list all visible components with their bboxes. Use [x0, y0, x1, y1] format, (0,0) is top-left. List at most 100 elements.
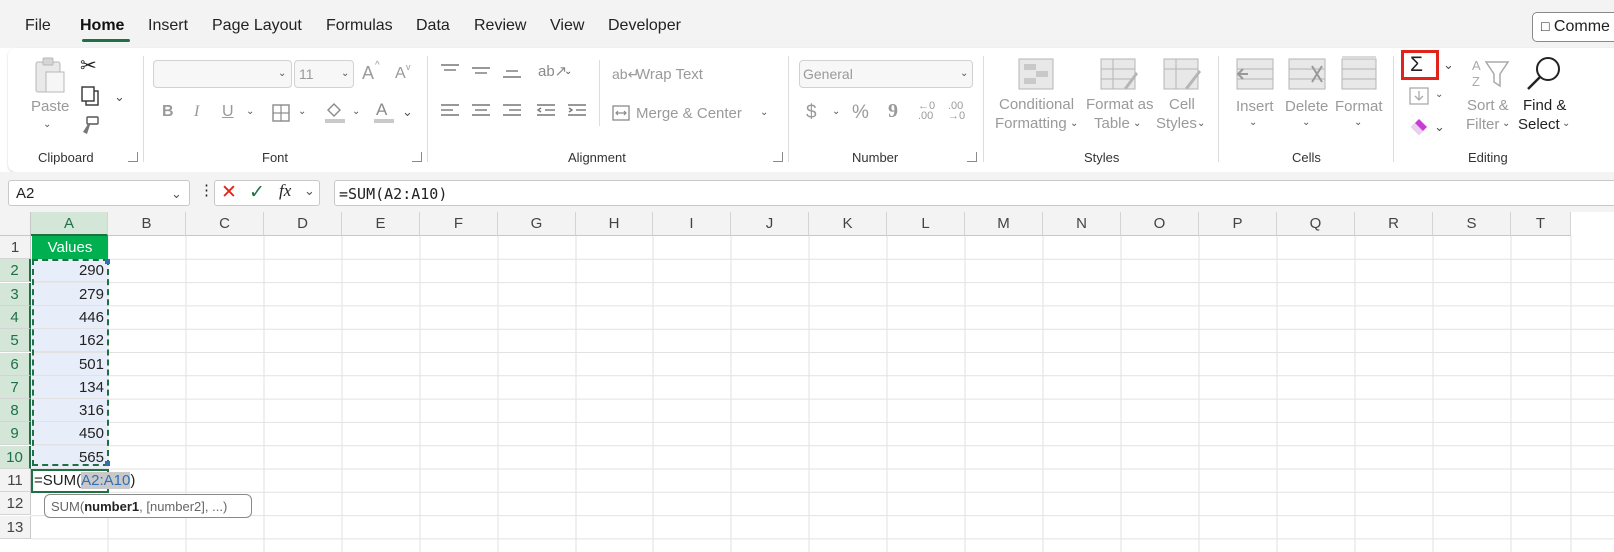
wrap-text-button[interactable]: Wrap Text [636, 66, 703, 83]
function-dropdown-icon[interactable]: ⌄ [304, 183, 315, 199]
font-launcher-icon[interactable] [412, 152, 422, 162]
alignment-launcher-icon[interactable] [773, 152, 783, 162]
bold-button[interactable]: B [162, 103, 174, 121]
format-painter-icon[interactable] [80, 116, 100, 141]
find-select-dropdown-icon[interactable]: ⌄ [1562, 118, 1570, 129]
align-top-icon[interactable] [440, 63, 460, 84]
value-cell-a4[interactable]: 446 [32, 305, 108, 329]
tab-data[interactable]: Data [416, 17, 450, 35]
font-color-icon[interactable]: A [376, 100, 387, 120]
currency-button[interactable]: $ [806, 102, 817, 124]
sort-filter-label-1[interactable]: Sort & [1467, 97, 1509, 114]
row-header-5[interactable]: 5 [0, 329, 31, 353]
format-as-table-label-2[interactable]: Table [1094, 115, 1130, 132]
tab-view[interactable]: View [550, 17, 584, 35]
sort-filter-icon[interactable]: AZ [1470, 56, 1510, 95]
cut-icon[interactable]: ✂ [80, 53, 97, 78]
delete-cells-icon[interactable] [1288, 58, 1326, 95]
row-header-11[interactable]: 11 [0, 469, 31, 492]
column-header-b[interactable]: B [108, 212, 186, 236]
find-select-label-1[interactable]: Find & [1523, 97, 1566, 114]
borders-icon[interactable] [272, 104, 290, 127]
align-bottom-icon[interactable] [502, 63, 522, 84]
autosum-dropdown-icon[interactable]: ⌄ [1443, 57, 1454, 73]
merge-center-button[interactable]: Merge & Center [636, 105, 742, 122]
tab-page-layout[interactable]: Page Layout [212, 17, 302, 35]
conditional-formatting-label-1[interactable]: Conditional [999, 96, 1074, 113]
cell-styles-icon[interactable] [1163, 58, 1201, 95]
column-header-a[interactable]: A [31, 212, 108, 236]
row-header-12[interactable]: 12 [0, 492, 31, 516]
conditional-formatting-label-2[interactable]: Formatting [995, 115, 1067, 132]
column-header-e[interactable]: E [342, 212, 420, 236]
format-cells-button[interactable]: Format [1335, 98, 1383, 115]
clipboard-launcher-icon[interactable] [128, 152, 138, 162]
copy-icon[interactable] [80, 86, 100, 111]
insert-cells-dropdown-icon[interactable]: ⌄ [1249, 117, 1257, 128]
cell-styles-dropdown-icon[interactable]: ⌄ [1197, 118, 1205, 129]
comments-button[interactable]: □ Comme [1532, 12, 1614, 42]
format-as-table-icon[interactable] [1100, 58, 1138, 95]
row-header-2[interactable]: 2 [0, 259, 31, 283]
tooltip-current-arg[interactable]: number1 [84, 499, 139, 514]
fill-dropdown-icon[interactable]: ⌄ [1435, 89, 1443, 100]
decrease-decimal-icon[interactable]: .00 →0 [948, 101, 965, 122]
tab-formulas[interactable]: Formulas [326, 17, 393, 35]
align-left-icon[interactable] [440, 103, 460, 124]
clear-icon[interactable] [1408, 117, 1430, 140]
column-header-m[interactable]: M [965, 212, 1043, 236]
currency-dropdown-icon[interactable]: ⌄ [832, 106, 840, 117]
paste-dropdown-icon[interactable]: ⌄ [43, 119, 51, 130]
font-color-dropdown-icon[interactable]: ⌄ [402, 104, 413, 120]
number-launcher-icon[interactable] [967, 152, 977, 162]
formula-input[interactable]: =SUM(A2:A10) [334, 180, 1614, 206]
fill-color-dropdown-icon[interactable]: ⌄ [352, 106, 360, 117]
merge-dropdown-icon[interactable]: ⌄ [760, 107, 768, 118]
orientation-icon[interactable]: ab↗ [538, 62, 567, 80]
borders-dropdown-icon[interactable]: ⌄ [298, 106, 306, 117]
value-cell-a5[interactable]: 162 [32, 329, 108, 353]
font-name-dropdown[interactable]: ⌄ [153, 60, 292, 88]
row-header-9[interactable]: 9 [0, 422, 31, 446]
column-header-l[interactable]: L [887, 212, 965, 236]
column-header-q[interactable]: Q [1277, 212, 1355, 236]
conditional-formatting-dropdown-icon[interactable]: ⌄ [1070, 118, 1078, 129]
column-header-t[interactable]: T [1511, 212, 1571, 236]
tab-review[interactable]: Review [474, 17, 526, 35]
value-cell-a7[interactable]: 134 [32, 375, 108, 399]
increase-font-icon[interactable]: A [362, 63, 374, 84]
cell-styles-label-2[interactable]: Styles [1156, 115, 1197, 132]
italic-button[interactable]: I [194, 103, 199, 121]
cell-a1[interactable]: Values [32, 236, 108, 259]
column-header-j[interactable]: J [731, 212, 809, 236]
insert-cells-button[interactable]: Insert [1236, 98, 1274, 115]
align-center-icon[interactable] [471, 103, 491, 124]
insert-function-icon[interactable]: fx [279, 181, 291, 201]
format-cells-dropdown-icon[interactable]: ⌄ [1354, 117, 1362, 128]
format-as-table-label-1[interactable]: Format as [1086, 96, 1154, 113]
column-header-f[interactable]: F [420, 212, 498, 236]
decrease-font-icon[interactable]: A [395, 65, 406, 83]
row-header-8[interactable]: 8 [0, 399, 31, 423]
row-header-10[interactable]: 10 [0, 445, 31, 469]
autosum-icon[interactable]: Σ [1410, 53, 1423, 77]
fill-icon[interactable] [1409, 87, 1429, 110]
column-header-n[interactable]: N [1043, 212, 1121, 236]
align-middle-icon[interactable] [471, 63, 491, 84]
percent-button[interactable]: % [852, 102, 869, 124]
value-cell-a9[interactable]: 450 [32, 422, 108, 446]
tab-home[interactable]: Home [80, 17, 124, 35]
row-header-6[interactable]: 6 [0, 352, 31, 376]
cell-styles-label-1[interactable]: Cell [1169, 96, 1195, 113]
fill-color-icon[interactable] [324, 100, 346, 129]
comma-button[interactable]: 9 [888, 100, 898, 123]
delete-cells-dropdown-icon[interactable]: ⌄ [1302, 117, 1310, 128]
insert-cells-icon[interactable] [1236, 58, 1274, 95]
paste-icon[interactable] [34, 56, 66, 94]
format-cells-icon[interactable] [1341, 56, 1379, 95]
format-as-table-dropdown-icon[interactable]: ⌄ [1133, 118, 1141, 129]
enter-icon[interactable]: ✓ [249, 181, 265, 204]
column-header-k[interactable]: K [809, 212, 887, 236]
underline-button[interactable]: U [222, 103, 234, 121]
range-handle-bottom[interactable] [105, 461, 110, 466]
